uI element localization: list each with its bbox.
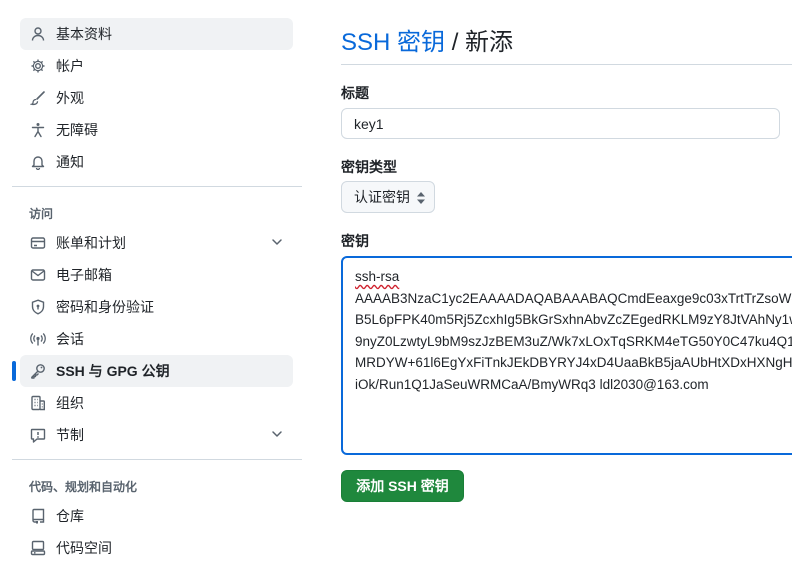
title-field-label: 标题 xyxy=(341,85,369,101)
sidebar-item-label: 代码空间 xyxy=(56,540,112,556)
chevron-down-icon xyxy=(272,431,282,437)
sidebar-divider xyxy=(12,459,302,460)
chevron-down-icon xyxy=(272,239,282,245)
active-indicator xyxy=(12,361,16,381)
sidebar-item-organization[interactable]: 组织 xyxy=(20,387,293,419)
accessibility-icon xyxy=(30,122,46,138)
shield-lock-icon xyxy=(30,299,46,315)
key-textarea[interactable]: ssh-rsa AAAAB3NzaC1yc2EAAAADAQABAAABAQCmd… xyxy=(341,256,792,455)
key-type-select[interactable]: 认证密钥 xyxy=(341,181,435,213)
sidebar-item-broadcast[interactable]: 会话 xyxy=(20,323,293,355)
add-ssh-key-button[interactable]: 添加 SSH 密钥 xyxy=(341,470,464,502)
breadcrumb-ssh-keys-link[interactable]: SSH 密钥 xyxy=(341,29,445,56)
sidebar-item-label: SSH 与 GPG 公钥 xyxy=(56,363,170,379)
sidebar-divider xyxy=(12,186,302,187)
key-field-label: 密钥 xyxy=(341,233,369,249)
sidebar-group-code: 仓库 代码空间 xyxy=(12,500,302,564)
sidebar-item-repo[interactable]: 仓库 xyxy=(20,500,293,532)
key-icon xyxy=(30,363,46,379)
sidebar-item-person[interactable]: 基本资料 xyxy=(20,18,293,50)
sidebar-item-key[interactable]: SSH 与 GPG 公钥 xyxy=(12,355,293,387)
sidebar-item-label: 会话 xyxy=(56,331,84,347)
sidebar-section-code-title: 代码、规划和自动化 xyxy=(29,479,138,494)
sidebar-item-label: 外观 xyxy=(56,90,84,106)
breadcrumb-current: 新添 xyxy=(465,29,514,56)
key-type-value: 认证密钥 xyxy=(354,189,410,205)
sidebar-item-paintbrush[interactable]: 外观 xyxy=(20,82,293,114)
sidebar-item-accessibility[interactable]: 无障碍 xyxy=(20,114,293,146)
sidebar-item-shield-lock[interactable]: 密码和身份验证 xyxy=(20,291,293,323)
report-icon xyxy=(30,427,46,443)
sidebar-item-label: 密码和身份验证 xyxy=(56,299,154,315)
settings-sidebar: 基本资料帐户外观无障碍通知 访问 账单和计划电子邮箱密码和身份验证 会话 SSH 与… xyxy=(12,18,302,564)
select-updown-icon xyxy=(417,192,425,204)
sidebar-item-label: 通知 xyxy=(56,154,84,170)
sidebar-item-label: 帐户 xyxy=(56,58,84,74)
key-text-line: 9nyZ0LzwtyL9bM9szJzBEM3uZ/Wk7xLOxTqSRKM4… xyxy=(355,333,792,349)
sidebar-item-label: 无障碍 xyxy=(56,122,98,138)
sidebar-item-report[interactable]: 节制 xyxy=(20,419,293,451)
sidebar-section-access-title: 访问 xyxy=(29,206,54,221)
key-text-line: iOk/Run1Q1JaSeuWRMCaA/BmyWRq3 ldl2030@16… xyxy=(355,376,709,392)
broadcast-icon xyxy=(30,331,46,347)
organization-icon xyxy=(30,395,46,411)
mail-icon xyxy=(30,267,46,283)
key-text-line: AAAAB3NzaC1yc2EAAAADAQABAAABAQCmdEeaxge9… xyxy=(355,290,792,306)
sidebar-item-mail[interactable]: 电子邮箱 xyxy=(20,259,293,291)
sidebar-item-bell[interactable]: 通知 xyxy=(20,146,293,178)
sidebar-group-profile: 基本资料帐户外观无障碍通知 xyxy=(12,18,302,178)
sidebar-item-label: 基本资料 xyxy=(56,26,112,42)
sidebar-item-label: 账单和计划 xyxy=(56,235,126,251)
sidebar-item-label: 仓库 xyxy=(56,508,84,524)
sidebar-item-codespaces[interactable]: 代码空间 xyxy=(20,532,293,564)
person-icon xyxy=(30,26,46,42)
breadcrumb-separator: / xyxy=(451,29,459,56)
bell-icon xyxy=(30,154,46,170)
key-text-line: MRDYW+61l6EgYxFiTnkJEkDBYRYJ4xD4UaaBkB5j… xyxy=(355,355,792,370)
paintbrush-icon xyxy=(30,90,46,106)
credit-card-icon xyxy=(30,235,46,251)
sidebar-item-label: 电子邮箱 xyxy=(56,267,112,283)
title-divider xyxy=(341,64,792,65)
title-input[interactable] xyxy=(341,108,780,139)
sidebar-item-label: 节制 xyxy=(56,427,84,443)
gear-icon xyxy=(30,58,46,74)
sidebar-group-access: 账单和计划电子邮箱密码和身份验证 会话 SSH 与 GPG 公钥 组织节制 xyxy=(12,227,302,451)
key-text-line: ssh-rsa xyxy=(355,269,400,284)
page-title: SSH 密钥 / 新添 xyxy=(341,22,513,57)
sidebar-item-gear[interactable]: 帐户 xyxy=(20,50,293,82)
repo-icon xyxy=(30,508,46,524)
codespaces-icon xyxy=(30,540,46,556)
sidebar-item-label: 组织 xyxy=(56,395,84,411)
key-type-label: 密钥类型 xyxy=(341,159,397,175)
key-text-line: B5L6pFPK40m5Rj5ZcxhIg5BkGrSxhnAbvZcZEged… xyxy=(355,312,792,327)
sidebar-item-credit-card[interactable]: 账单和计划 xyxy=(20,227,293,259)
